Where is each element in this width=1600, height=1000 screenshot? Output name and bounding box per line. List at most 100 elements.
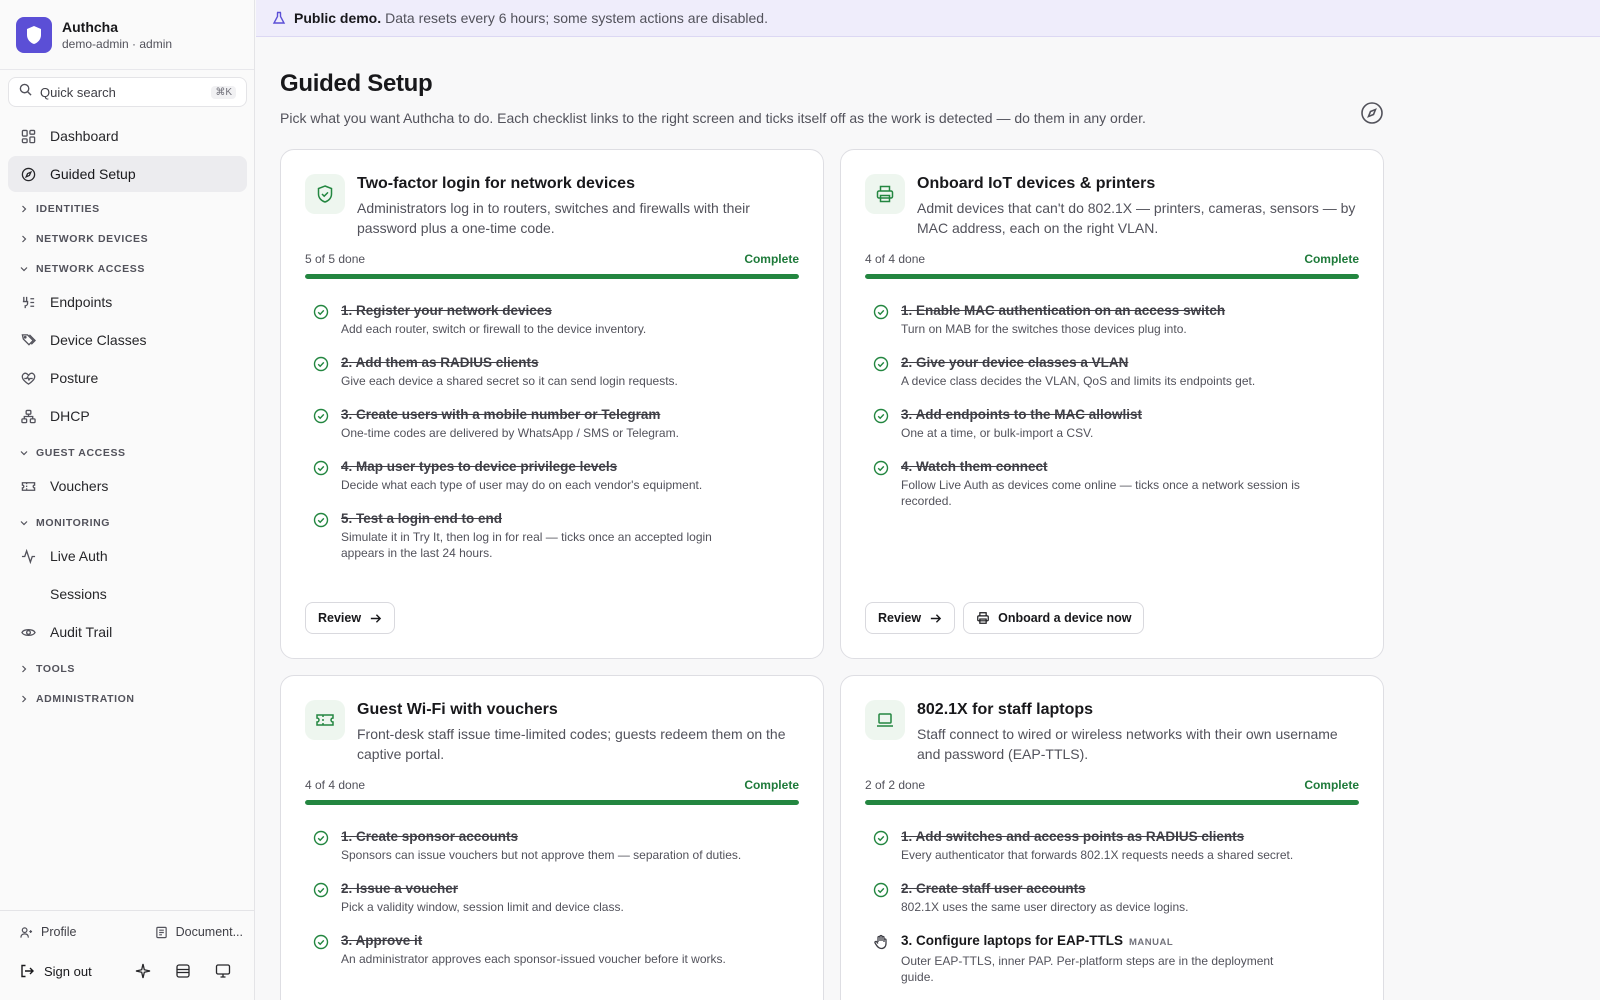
checklist-step[interactable]: 5. Test a login end to end Simulate it in… bbox=[313, 511, 799, 561]
step-description: Outer EAP-TTLS, inner PAP. Per-platform … bbox=[901, 954, 1274, 984]
step-title: 1. Enable MAC authentication on an acces… bbox=[901, 303, 1226, 318]
check-circle-icon bbox=[873, 829, 891, 863]
nav-group-network-access[interactable]: NETWORK ACCESS bbox=[8, 254, 247, 284]
step-title: 1. Register your network devices bbox=[341, 303, 552, 318]
setup-card-8021x-laptops: 802.1X for staff laptops Staff connect t… bbox=[840, 675, 1384, 1000]
sidebar-nav: Dashboard Guided Setup IDENTITIES NETWOR… bbox=[8, 118, 247, 714]
onboard-device-button[interactable]: Onboard a device now bbox=[963, 602, 1145, 634]
progress-count: 2 of 2 done bbox=[865, 778, 926, 792]
sidebar-item-dhcp[interactable]: DHCP bbox=[8, 398, 247, 434]
nav-group-label: IDENTITIES bbox=[36, 203, 100, 215]
shield-logo-icon bbox=[16, 16, 52, 53]
chevron-down-icon bbox=[20, 449, 32, 457]
logout-icon bbox=[21, 964, 34, 978]
checklist-step[interactable]: 2. Add them as RADIUS clients Give each d… bbox=[313, 355, 799, 389]
profile-link[interactable]: Profile bbox=[20, 925, 155, 939]
sidebar-item-label: Posture bbox=[50, 370, 99, 386]
sidebar-item-device-classes[interactable]: Device Classes bbox=[8, 322, 247, 358]
check-circle-icon bbox=[313, 303, 331, 337]
plug-icon bbox=[20, 294, 36, 310]
card-description: Front-desk staff issue time-limited code… bbox=[357, 726, 786, 762]
checklist-step[interactable]: 3. Add endpoints to the MAC allowlist One… bbox=[873, 407, 1359, 441]
documentation-link[interactable]: Document... bbox=[155, 925, 243, 939]
arrow-right-icon bbox=[370, 613, 382, 623]
page-description: Pick what you want Authcha to do. Each c… bbox=[280, 110, 1146, 126]
nav-group-monitoring[interactable]: MONITORING bbox=[8, 508, 247, 538]
checklist-step[interactable]: 1. Create sponsor accounts Sponsors can i… bbox=[313, 829, 799, 863]
checklist-step[interactable]: 3. Configure laptops for EAP-TTLS MANUAL O… bbox=[873, 933, 1359, 985]
sidebar-item-label: Device Classes bbox=[50, 332, 147, 348]
compass-icon bbox=[1361, 102, 1383, 124]
sessions-icon bbox=[20, 586, 36, 602]
step-title: 2. Add them as RADIUS clients bbox=[341, 355, 539, 370]
checklist-step[interactable]: 1. Add switches and access points as RAD… bbox=[873, 829, 1359, 863]
nav-group-guest-access[interactable]: GUEST ACCESS bbox=[8, 438, 247, 468]
check-circle-icon bbox=[873, 303, 891, 337]
step-title: 1. Create sponsor accounts bbox=[341, 829, 519, 844]
theme-toggle-button[interactable] bbox=[203, 963, 243, 979]
sparkle-icon bbox=[135, 963, 151, 979]
step-description: Give each device a shared secret so it c… bbox=[341, 374, 678, 388]
review-button[interactable]: Review bbox=[865, 602, 956, 634]
step-title: 4. Watch them connect bbox=[901, 459, 1048, 474]
brand[interactable]: Authcha demo-admin · admin bbox=[0, 0, 254, 70]
sidebar-item-live-auth[interactable]: Live Auth bbox=[8, 538, 247, 574]
checklist-step[interactable]: 4. Map user types to device privilege le… bbox=[313, 459, 799, 493]
search-shortcut: ⌘K bbox=[211, 85, 236, 99]
sidebar-item-label: Audit Trail bbox=[50, 624, 113, 640]
tour-button[interactable] bbox=[1360, 101, 1384, 130]
check-circle-icon bbox=[873, 407, 891, 441]
sidebar-item-audit-trail[interactable]: Audit Trail bbox=[8, 614, 247, 650]
nav-group-tools[interactable]: TOOLS bbox=[8, 654, 247, 684]
checklist-step[interactable]: 2. Create staff user accounts 802.1X uses… bbox=[873, 881, 1359, 915]
chevron-right-icon bbox=[20, 695, 32, 703]
checklist-step[interactable]: 1. Enable MAC authentication on an acces… bbox=[873, 303, 1359, 337]
sparkle-button[interactable] bbox=[123, 963, 163, 979]
step-title: 3. Approve it bbox=[341, 933, 423, 948]
nav-group-label: NETWORK ACCESS bbox=[36, 263, 145, 275]
checklist-step[interactable]: 1. Register your network devices Add each… bbox=[313, 303, 799, 337]
step-title: 3. Add endpoints to the MAC allowlist bbox=[901, 407, 1142, 422]
nav-group-network-devices[interactable]: NETWORK DEVICES bbox=[8, 224, 247, 254]
nav-group-administration[interactable]: ADMINISTRATION bbox=[8, 684, 247, 714]
sidebar-item-label: Endpoints bbox=[50, 294, 113, 310]
sign-out-button[interactable]: Sign out bbox=[20, 964, 123, 979]
review-button[interactable]: Review bbox=[305, 602, 396, 634]
step-description: Follow Live Auth as devices come online … bbox=[901, 478, 1300, 508]
progress-count: 4 of 4 done bbox=[865, 252, 926, 266]
sidebar-item-dashboard[interactable]: Dashboard bbox=[8, 118, 247, 154]
nav-group-identities[interactable]: IDENTITIES bbox=[8, 194, 247, 224]
hand-icon bbox=[873, 933, 891, 985]
monitor-icon bbox=[215, 964, 231, 978]
card-title: Guest Wi-Fi with vouchers bbox=[357, 701, 558, 718]
nav-group-label: TOOLS bbox=[36, 663, 75, 675]
step-description: Turn on MAB for the switches those devic… bbox=[901, 322, 1187, 336]
checklist-step[interactable]: 3. Create users with a mobile number or … bbox=[313, 407, 799, 441]
flask-icon bbox=[272, 11, 286, 24]
checklist-step[interactable]: 2. Give your device classes a VLAN A devi… bbox=[873, 355, 1359, 389]
quick-search[interactable]: Quick search ⌘K bbox=[8, 77, 247, 107]
sidebar-footer: Profile Document... Sign out bbox=[0, 910, 255, 1000]
checklist-step[interactable]: 2. Issue a voucher Pick a validity window… bbox=[313, 881, 799, 915]
step-description: Decide what each type of user may do on … bbox=[341, 478, 703, 492]
setup-card-guest-wifi: Guest Wi-Fi with vouchers Front-desk sta… bbox=[280, 675, 824, 1000]
sidebar-item-guided-setup[interactable]: Guided Setup bbox=[8, 156, 247, 192]
sidebar-item-label: Dashboard bbox=[50, 128, 119, 144]
sidebar-item-vouchers[interactable]: Vouchers bbox=[8, 468, 247, 504]
checklist-step[interactable]: 3. Approve it An administrator approves e… bbox=[313, 933, 799, 967]
sidebar-item-posture[interactable]: Posture bbox=[8, 360, 247, 396]
checklist-step[interactable]: 4. Watch them connect Follow Live Auth as… bbox=[873, 459, 1359, 509]
card-title: Onboard IoT devices & printers bbox=[917, 175, 1156, 192]
sidebar-item-endpoints[interactable]: Endpoints bbox=[8, 284, 247, 320]
shield-check-icon bbox=[305, 174, 345, 214]
card-title: Two-factor login for network devices bbox=[357, 175, 635, 192]
setup-card-two-factor: Two-factor login for network devices Adm… bbox=[280, 149, 824, 659]
book-icon bbox=[155, 926, 167, 938]
sidebar-item-label: Guided Setup bbox=[50, 166, 136, 182]
check-circle-icon bbox=[873, 459, 891, 509]
eye-icon bbox=[20, 624, 36, 640]
search-icon bbox=[19, 83, 32, 101]
check-circle-icon bbox=[313, 407, 331, 441]
layout-toggle-button[interactable] bbox=[163, 963, 203, 979]
sidebar-item-sessions[interactable]: Sessions bbox=[8, 576, 247, 612]
